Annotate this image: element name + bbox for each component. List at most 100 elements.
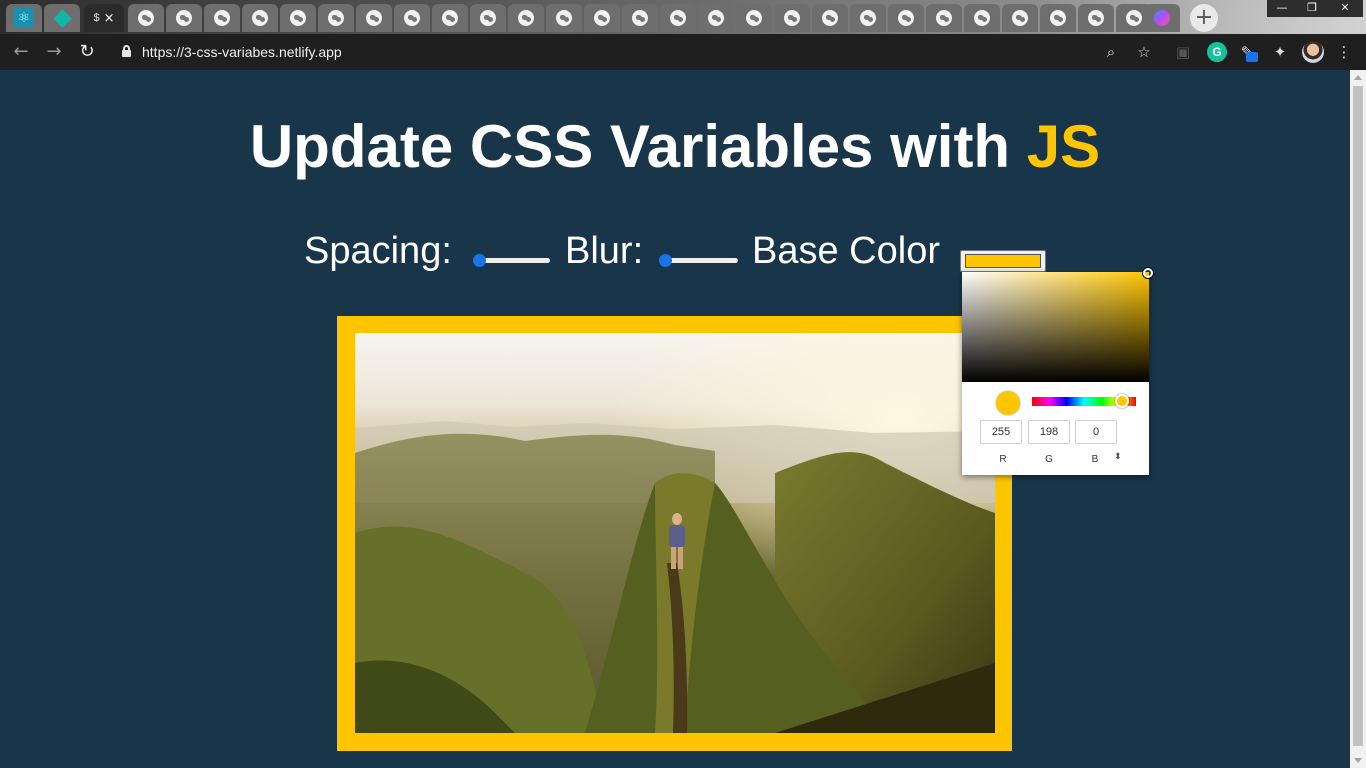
profile-avatar[interactable] <box>1302 41 1324 63</box>
tab-globe[interactable] <box>242 4 278 32</box>
globe-icon <box>480 10 496 26</box>
sv-handle[interactable] <box>1143 268 1153 278</box>
globe-icon <box>860 10 876 26</box>
reload-icon[interactable]: ↻ <box>75 40 99 64</box>
globe-icon <box>708 10 724 26</box>
image-frame <box>337 316 1012 751</box>
tab-globe[interactable] <box>698 4 734 32</box>
title-highlight: JS <box>1026 113 1101 180</box>
color-picker-popup[interactable]: 255 198 0 R G B ⬍ <box>962 268 1153 475</box>
tab-globe[interactable] <box>1078 4 1114 32</box>
globe-icon <box>252 10 268 26</box>
new-tab-button[interactable]: + <box>1190 4 1218 32</box>
scroll-up-icon[interactable] <box>1354 75 1362 80</box>
kebab-menu-icon[interactable]: ⋮ <box>1334 42 1354 62</box>
tab-globe[interactable] <box>736 4 772 32</box>
hue-slider[interactable] <box>1032 394 1136 408</box>
tab-globe[interactable] <box>926 4 962 32</box>
tab-globe[interactable] <box>318 4 354 32</box>
base-color-input[interactable] <box>960 250 1046 272</box>
tab-react[interactable]: ⚛ <box>6 4 42 32</box>
tab-globe[interactable] <box>470 4 506 32</box>
globe-icon <box>328 10 344 26</box>
spacing-slider[interactable] <box>473 254 550 267</box>
color-swatch-fill <box>965 254 1041 268</box>
tab-globe[interactable] <box>1002 4 1038 32</box>
scroll-down-icon[interactable] <box>1354 758 1362 763</box>
tab-globe[interactable] <box>204 4 240 32</box>
globe-icon <box>404 10 420 26</box>
restore-button[interactable]: ❐ <box>1297 0 1327 17</box>
tab-globe[interactable] <box>850 4 886 32</box>
globe-icon <box>290 10 306 26</box>
tab-globe[interactable] <box>812 4 848 32</box>
tab-globe[interactable] <box>128 4 164 32</box>
tab-globe[interactable] <box>774 4 810 32</box>
blur-slider[interactable] <box>659 254 738 267</box>
globe-icon <box>822 10 838 26</box>
tab-globe[interactable] <box>622 4 658 32</box>
tab-globe[interactable] <box>584 4 620 32</box>
diamond-favicon-icon <box>52 8 72 28</box>
spacing-slider-knob[interactable] <box>473 254 486 267</box>
globe-icon <box>1012 10 1028 26</box>
puzzle-icon[interactable]: ✦ <box>1270 42 1290 62</box>
forward-arrow-icon[interactable]: → <box>42 40 66 64</box>
title-text: Update CSS Variables with <box>249 113 1027 180</box>
tab-close-icon[interactable]: × <box>104 11 115 26</box>
base-color-label: Base Color <box>752 230 940 272</box>
blur-label: Blur: <box>565 230 644 272</box>
globe-icon <box>670 10 686 26</box>
star-icon[interactable]: ☆ <box>1134 42 1154 62</box>
blue-input[interactable]: 0 <box>1075 420 1117 444</box>
globe-icon <box>746 10 762 26</box>
hue-slider-handle[interactable] <box>1115 394 1129 408</box>
pen-extension-icon[interactable]: ✎ <box>1237 42 1258 62</box>
address-bar[interactable]: https://3-css-variabes.netlify.app <box>110 38 1170 66</box>
saturation-value-area[interactable] <box>962 268 1153 382</box>
spacing-label: Spacing: <box>304 230 452 272</box>
tab-globe[interactable] <box>166 4 202 32</box>
mountain-scene <box>355 333 995 733</box>
tab-globe[interactable] <box>546 4 582 32</box>
tab-globe[interactable] <box>508 4 544 32</box>
close-window-button[interactable]: ✕ <box>1327 0 1363 17</box>
lock-icon <box>122 45 131 57</box>
tab-globe[interactable] <box>1040 4 1076 32</box>
tab-globe[interactable] <box>432 4 468 32</box>
red-input[interactable]: 255 <box>980 420 1022 444</box>
extension-badge <box>1246 52 1258 62</box>
color-mode-toggle-icon[interactable]: ⬍ <box>1114 452 1122 462</box>
hiker-mountain-photo <box>355 333 995 733</box>
globe-icon <box>176 10 192 26</box>
react-favicon-icon: ⚛ <box>14 8 34 28</box>
globe-icon <box>518 10 534 26</box>
green-input[interactable]: 198 <box>1028 420 1070 444</box>
globe-icon <box>214 10 230 26</box>
tab-globe[interactable] <box>356 4 392 32</box>
url-text[interactable]: https://3-css-variabes.netlify.app <box>142 44 342 60</box>
extension-icon[interactable]: ▣ <box>1173 42 1193 62</box>
back-arrow-icon[interactable]: ← <box>9 40 33 64</box>
page-content: Update CSS Variables with JS Spacing: Bl… <box>0 70 1350 768</box>
page-scrollbar[interactable] <box>1350 70 1366 768</box>
tab-messenger[interactable] <box>1144 4 1180 32</box>
globe-icon <box>1050 10 1066 26</box>
tab-globe[interactable] <box>280 4 316 32</box>
zoom-icon[interactable]: ⌕ <box>1101 42 1121 62</box>
tab-globe[interactable] <box>660 4 696 32</box>
globe-icon <box>1088 10 1104 26</box>
tab-diamond[interactable] <box>44 4 80 32</box>
grammarly-icon[interactable]: G <box>1207 42 1227 62</box>
tab-globe[interactable] <box>964 4 1000 32</box>
tab-globe[interactable] <box>394 4 430 32</box>
tab-active[interactable]: $ × <box>84 4 124 32</box>
scrollbar-thumb[interactable] <box>1353 86 1363 746</box>
tab-globe[interactable] <box>888 4 924 32</box>
globe-icon <box>1126 10 1142 26</box>
minimize-button[interactable]: — <box>1267 0 1297 17</box>
blue-label: B <box>1091 454 1099 465</box>
browser-tab-strip: ⚛ $ × + — ❐ ✕ <box>0 0 1366 34</box>
globe-icon <box>138 10 154 26</box>
blur-slider-knob[interactable] <box>659 254 672 267</box>
